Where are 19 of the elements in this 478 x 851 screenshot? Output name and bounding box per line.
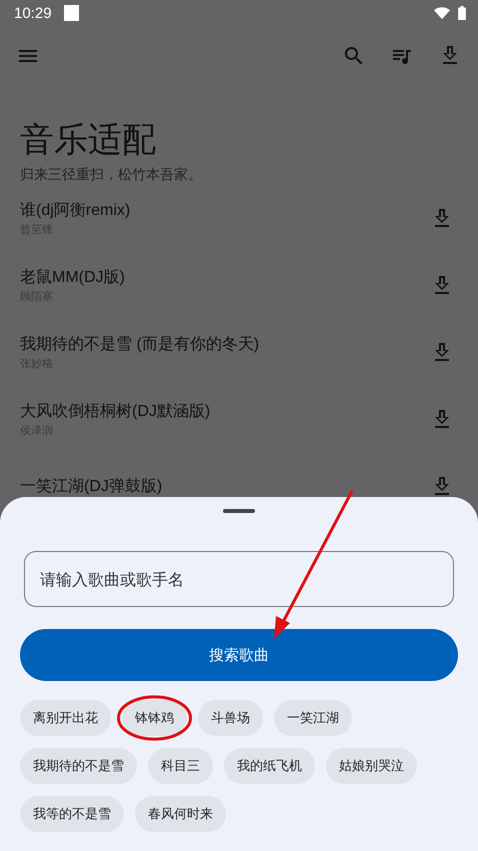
battery-icon — [458, 6, 466, 20]
suggestion-chip[interactable]: 一笑江湖 — [274, 700, 352, 736]
clock-time: 10:29 — [14, 4, 52, 22]
suggestion-chip[interactable]: 离别开出花 — [20, 700, 111, 736]
suggestion-chip[interactable]: 我的纸飞机 — [224, 748, 315, 784]
suggestion-chip[interactable]: 我期待的不是雪 — [20, 748, 137, 784]
wifi-icon — [434, 6, 450, 20]
suggestion-chip[interactable]: 姑娘别哭泣 — [326, 748, 417, 784]
search-field[interactable]: 请输入歌曲或歌手名 — [24, 551, 454, 607]
page-subtitle: 归来三径重扫，松竹本吾家。 — [20, 166, 203, 184]
notification-icon — [64, 5, 79, 21]
search-button[interactable]: 搜索歌曲 — [20, 629, 458, 681]
suggestion-chip[interactable]: 钵钵鸡 — [122, 700, 187, 736]
suggestion-chip[interactable]: 科目三 — [148, 748, 213, 784]
page-title: 音乐适配 — [20, 119, 157, 162]
suggestion-chip[interactable]: 我等的不是雪 — [20, 796, 124, 832]
suggestion-chip[interactable]: 春风何时来 — [135, 796, 226, 832]
suggestion-chip[interactable]: 斗兽场 — [198, 700, 263, 736]
drag-handle[interactable] — [223, 509, 255, 513]
